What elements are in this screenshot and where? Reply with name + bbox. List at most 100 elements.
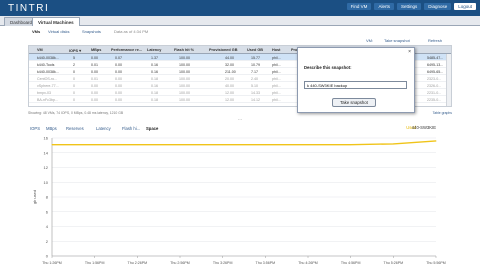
subtab-virtual-disks[interactable]: Virtual disks xyxy=(48,29,70,34)
col-performance[interactable]: Performance re... xyxy=(111,48,142,52)
y-axis-label: gb used xyxy=(32,190,37,204)
cell-mbps: 0.01 xyxy=(91,76,98,81)
cell-iops: 5 xyxy=(73,55,75,60)
vm-search-label[interactable]: VM: xyxy=(366,38,373,43)
col-used[interactable]: Used GB xyxy=(247,48,263,52)
data-point xyxy=(222,144,224,146)
col-provisioned[interactable]: Provisioned GB xyxy=(209,48,237,52)
find-vm-link[interactable]: Find VM xyxy=(346,3,372,10)
tintri-window: TINTRI Find VM Alerts Settings Diagnose … xyxy=(0,0,480,270)
cell-mbps: 0.00 xyxy=(91,90,98,95)
data-point xyxy=(307,144,309,146)
col-flash-hit[interactable]: Flash hit % xyxy=(174,48,194,52)
close-icon[interactable]: × xyxy=(408,49,411,55)
legend-series-vm: 440-SW3KIE xyxy=(411,125,436,130)
chart-tab-reserves[interactable]: Reserves xyxy=(66,126,84,131)
settings-link[interactable]: Settings xyxy=(396,3,422,10)
panel-splitter[interactable]: ⋯ xyxy=(0,118,480,122)
cell-mbps: 0.00 xyxy=(91,97,98,102)
x-tick-label: Thu 2:26PM xyxy=(128,261,148,265)
cell-latency: 0.18 xyxy=(151,76,158,81)
take-snapshot-button[interactable]: Take snapshot xyxy=(332,98,376,107)
cell-used: 15.77 xyxy=(251,55,260,60)
x-tick-label: Thu 1:56PM xyxy=(85,261,105,265)
y-tick-label: 4 xyxy=(46,224,49,229)
cell-host: phil... xyxy=(272,62,281,67)
cell-id: 6495-13... xyxy=(427,62,444,67)
cell-iops: 0 xyxy=(73,90,75,95)
x-tick-label: Thu 4:56PM xyxy=(341,261,361,265)
y-tick-label: 8 xyxy=(46,195,49,200)
cell-used: 5.10 xyxy=(251,83,258,88)
chart-tab-latency[interactable]: Latency xyxy=(96,126,111,131)
cell-latency: 0.18 xyxy=(151,90,158,95)
cell-latency: 0.16 xyxy=(151,62,158,67)
cell-latency: 0.16 xyxy=(151,83,158,88)
space-chart-svg: 16 14 12 10 8 6 4 2 0 gb used Thu 1:26PM Thu 1:56PM… xyxy=(32,136,446,266)
col-mbps[interactable]: MBps xyxy=(91,48,101,52)
cell-perf: 0.00 xyxy=(115,76,122,81)
cell-vm: k440-0038k... xyxy=(37,55,59,60)
snapshot-description-input[interactable] xyxy=(304,81,407,89)
take-snapshot-link[interactable]: Take snapshot xyxy=(384,38,410,43)
cell-id: 2231-0... xyxy=(427,90,442,95)
cell-used: 10.79 xyxy=(251,62,260,67)
chart-tab-flash-hit[interactable]: Flash hi... xyxy=(122,126,140,131)
y-tick-label: 0 xyxy=(46,254,49,259)
cell-vm: k440-Tools xyxy=(37,62,55,67)
cell-provisioned: 44.00 xyxy=(225,55,234,60)
top-bar: TINTRI Find VM Alerts Settings Diagnose … xyxy=(0,0,480,16)
cell-vm: CentOS-ro... xyxy=(37,76,58,81)
refresh-link[interactable]: Refresh xyxy=(428,38,442,43)
cell-iops: 0 xyxy=(73,69,75,74)
cell-iops: 0 xyxy=(73,83,75,88)
snapshot-dialog: × Describe this snapshot: Take snapshot xyxy=(297,47,415,113)
table-graphs-link[interactable]: Table graphs xyxy=(433,111,452,115)
cell-vm: bmpx-03 xyxy=(37,90,51,95)
col-vm[interactable]: VM xyxy=(37,48,43,52)
y-tick-label: 14 xyxy=(44,150,49,155)
y-tick-label: 12 xyxy=(44,165,49,170)
cell-vm: BA-nFc3bp... xyxy=(37,97,58,102)
cell-vm: vSphere-77... xyxy=(37,83,59,88)
data-point xyxy=(264,144,266,146)
chart-tab-space[interactable]: Space xyxy=(146,126,158,131)
cell-host: phil... xyxy=(272,83,281,88)
cell-provisioned: 32.00 xyxy=(225,62,234,67)
data-point xyxy=(94,144,96,146)
table-summary: Showing: 48 VMs, 74 IOPS, 0 MBps, 0.48 m… xyxy=(28,111,124,115)
subtab-snapshots[interactable]: Snapshots xyxy=(82,29,101,34)
x-tick-label: Thu 5:56PM xyxy=(426,261,446,265)
data-point xyxy=(350,144,352,146)
cell-id: 2326-0... xyxy=(427,83,442,88)
y-tick-label: 2 xyxy=(46,239,49,244)
tab-virtual-machines[interactable]: Virtual Machines xyxy=(32,17,80,26)
data-point xyxy=(51,144,53,146)
logout-link[interactable]: Logout xyxy=(454,3,476,10)
table-scrollbar[interactable] xyxy=(446,54,451,106)
chart-tab-iops[interactable]: IOPS xyxy=(30,126,40,131)
cell-host: phil... xyxy=(272,97,281,102)
cell-mbps: 0.00 xyxy=(91,83,98,88)
data-point xyxy=(136,144,138,146)
subtab-vms[interactable]: VMs xyxy=(32,29,40,34)
col-latency[interactable]: Latency xyxy=(147,48,161,52)
series-line-used xyxy=(52,140,437,146)
data-timestamp: Data as of 4:34 PM xyxy=(114,29,149,34)
alerts-link[interactable]: Alerts xyxy=(374,3,394,10)
cell-latency: 0.18 xyxy=(151,97,158,102)
chart-tab-mbps[interactable]: MBps xyxy=(46,126,57,131)
vm-toolbar: VM: Take snapshot Refresh xyxy=(0,36,480,45)
x-tick-label: Thu 2:56PM xyxy=(170,261,190,265)
cell-host: phil... xyxy=(272,90,281,95)
col-host[interactable]: Host xyxy=(272,48,280,52)
cell-perf: 0.00 xyxy=(115,97,122,102)
diagnose-link[interactable]: Diagnose xyxy=(424,3,452,10)
col-iops[interactable]: IOPS ▾ xyxy=(69,48,81,53)
y-tick-label: 10 xyxy=(44,180,49,185)
sub-tabs: VMs Virtual disks Snapshots Data as of 4… xyxy=(0,26,480,36)
cell-perf: 0.00 xyxy=(115,90,122,95)
cell-latency: 1.37 xyxy=(151,55,158,60)
cell-perf: 0.00 xyxy=(115,69,122,74)
cell-flash: 100.00 xyxy=(179,55,190,60)
